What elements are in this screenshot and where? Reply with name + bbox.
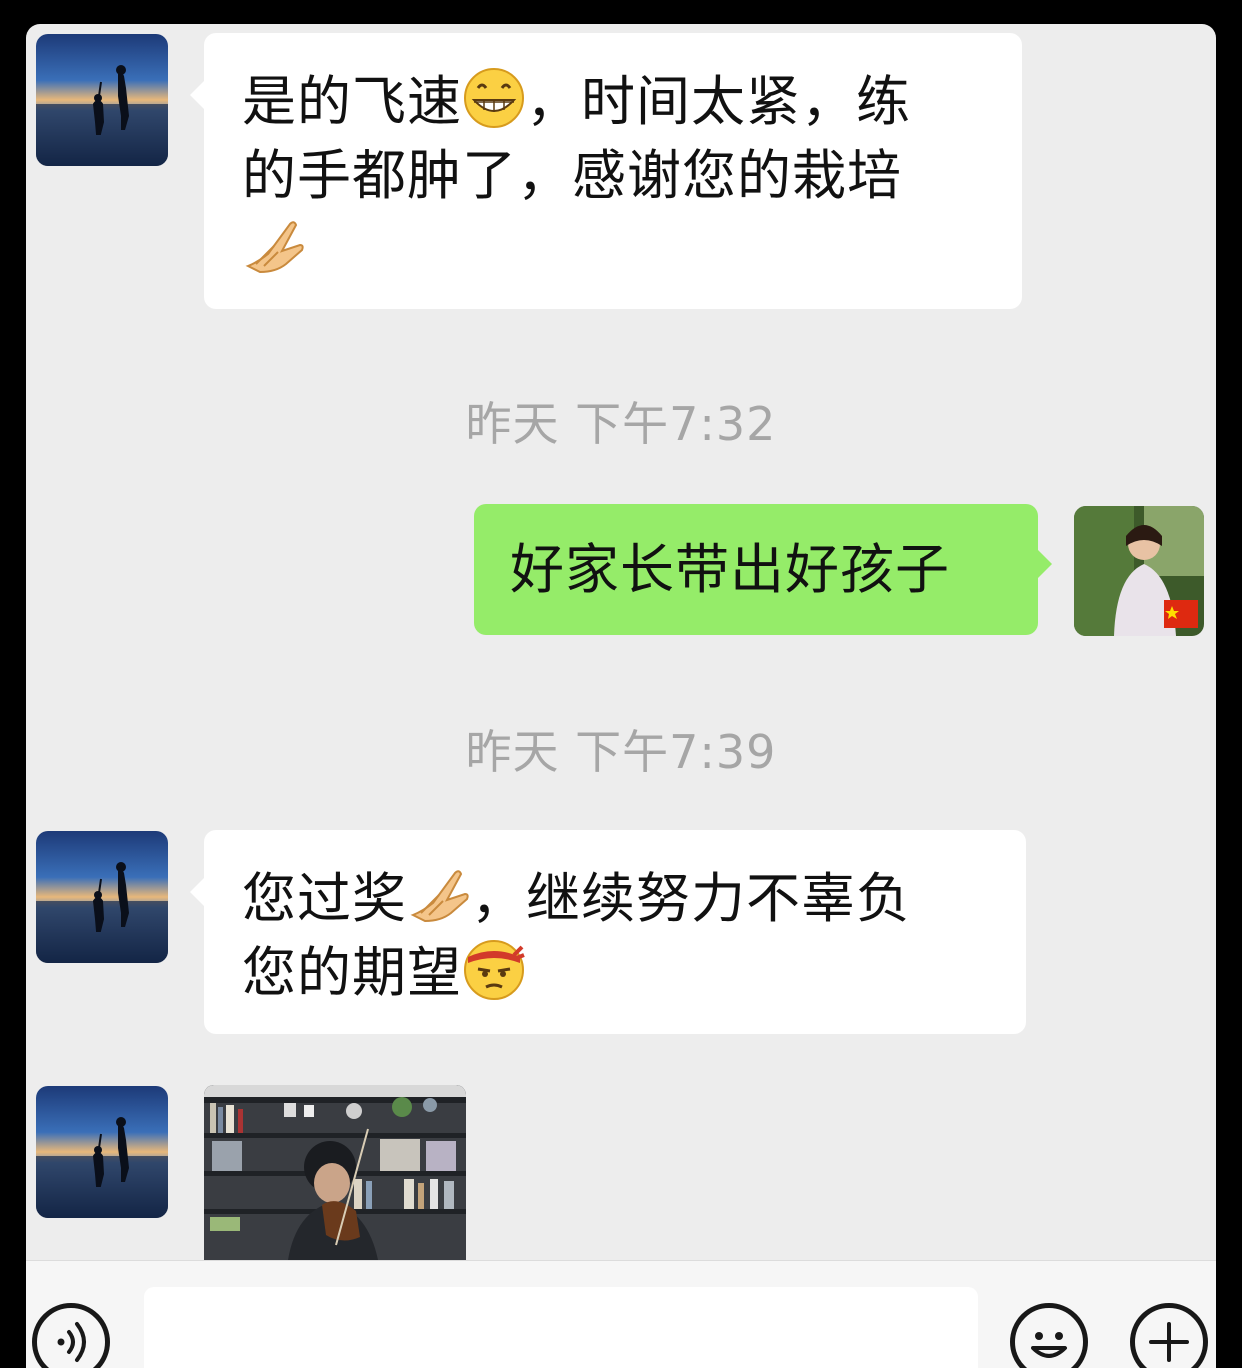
praying-hands-emoji-icon: [407, 863, 471, 927]
message-bubble-incoming[interactable]: 您过奖 ，继续努力不辜负 您的期望: [190, 830, 1026, 1034]
self-avatar[interactable]: [1074, 506, 1204, 636]
contact-avatar[interactable]: [36, 34, 168, 166]
message-bubble-incoming[interactable]: 是的飞速 ，时间太紧，练 的手都肿了，感谢您的栽培: [190, 33, 1022, 309]
message-text: 您的期望: [242, 941, 462, 1004]
message-text: 是的飞速: [242, 70, 462, 133]
voice-icon[interactable]: [32, 1303, 110, 1368]
message-bubble-outgoing[interactable]: 好家长带出好孩子: [474, 504, 1052, 635]
input-bar: [26, 1260, 1216, 1368]
message-text: 您过奖: [242, 867, 407, 930]
contact-avatar[interactable]: [36, 1086, 168, 1218]
timestamp: 昨天 下午7:32: [465, 397, 777, 451]
praying-hands-emoji-icon: [242, 214, 306, 278]
message-text: ，时间太紧，练: [526, 70, 911, 133]
message-text: 好家长带出好孩子: [510, 538, 950, 601]
message-input[interactable]: [144, 1287, 978, 1368]
determined-headband-face-emoji-icon: [462, 937, 526, 1001]
emoji-icon[interactable]: [1010, 1303, 1088, 1368]
contact-avatar[interactable]: [36, 831, 168, 963]
grinning-face-emoji-icon: [462, 66, 526, 130]
timestamp: 昨天 下午7:39: [465, 725, 777, 779]
photo-boy-playing-violin[interactable]: [204, 1085, 466, 1260]
chat-window: 是的飞速 ，时间太紧，练 的手都肿了，感谢您的栽培 昨天 下午7:32 好家长带…: [26, 24, 1216, 1368]
message-text: ，继续努力不辜负: [471, 867, 911, 930]
plus-icon[interactable]: [1130, 1303, 1208, 1368]
message-text: 的手都肿了，感谢您的栽培: [242, 144, 902, 207]
